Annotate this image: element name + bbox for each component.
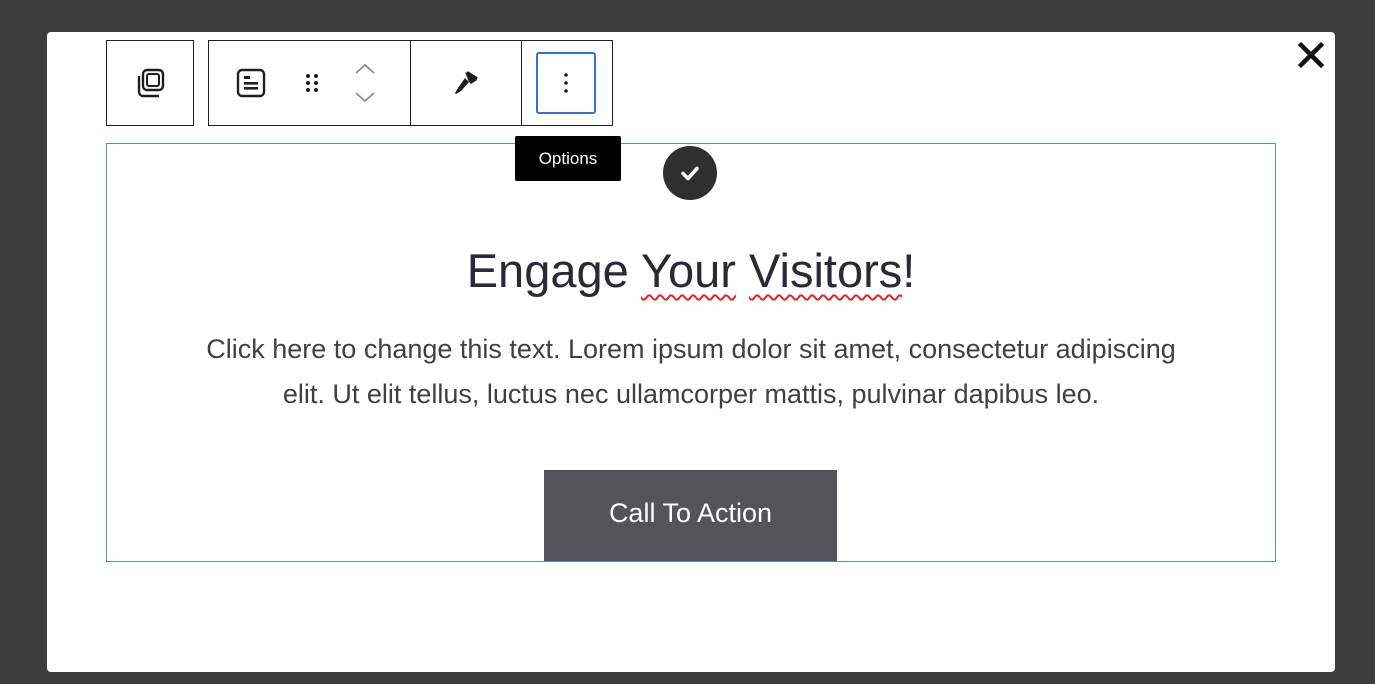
selected-badge	[663, 146, 717, 200]
copy-icon	[137, 68, 165, 98]
misspelled-word: Visitors	[749, 244, 903, 297]
cta-heading[interactable]: Engage Your Visitors!	[107, 241, 1275, 301]
drag-handle[interactable]	[287, 41, 337, 125]
block-type-button[interactable]	[221, 41, 281, 125]
options-tooltip: Options	[515, 136, 621, 181]
styles-button[interactable]	[411, 41, 521, 125]
call-to-action-button[interactable]: Call To Action	[544, 470, 837, 561]
heading-text: !	[902, 244, 916, 297]
heading-space	[736, 244, 749, 297]
cta-label: Call To Action	[608, 497, 773, 528]
checkmark-icon	[681, 166, 699, 181]
paintbrush-icon	[455, 71, 478, 94]
options-focus-ring	[536, 52, 596, 114]
drag-handle-icon	[306, 74, 318, 92]
move-up-button[interactable]	[345, 41, 385, 83]
options-button[interactable]	[522, 41, 612, 125]
heading-text: Engage	[466, 244, 641, 297]
block-toolbar	[208, 40, 613, 126]
close-icon	[1297, 41, 1325, 69]
chevron-down-icon	[355, 92, 375, 103]
toolbar-copy-group	[106, 40, 194, 126]
block-type-icon	[236, 68, 266, 98]
chevron-up-icon	[355, 63, 375, 74]
misspelled-word: Your	[640, 244, 736, 297]
body-line: Click here to change this text. Lorem ip…	[206, 334, 1176, 364]
close-button[interactable]	[1294, 38, 1328, 72]
more-vertical-icon	[564, 73, 568, 93]
cta-body-text[interactable]: Click here to change this text. Lorem ip…	[107, 327, 1275, 417]
body-line: elit. Ut elit tellus, luctus nec ullamco…	[282, 379, 1100, 409]
call-to-action-block[interactable]: Engage Your Visitors! Click here to chan…	[106, 143, 1276, 562]
copy-button[interactable]	[107, 41, 193, 125]
move-down-button[interactable]	[345, 83, 385, 125]
